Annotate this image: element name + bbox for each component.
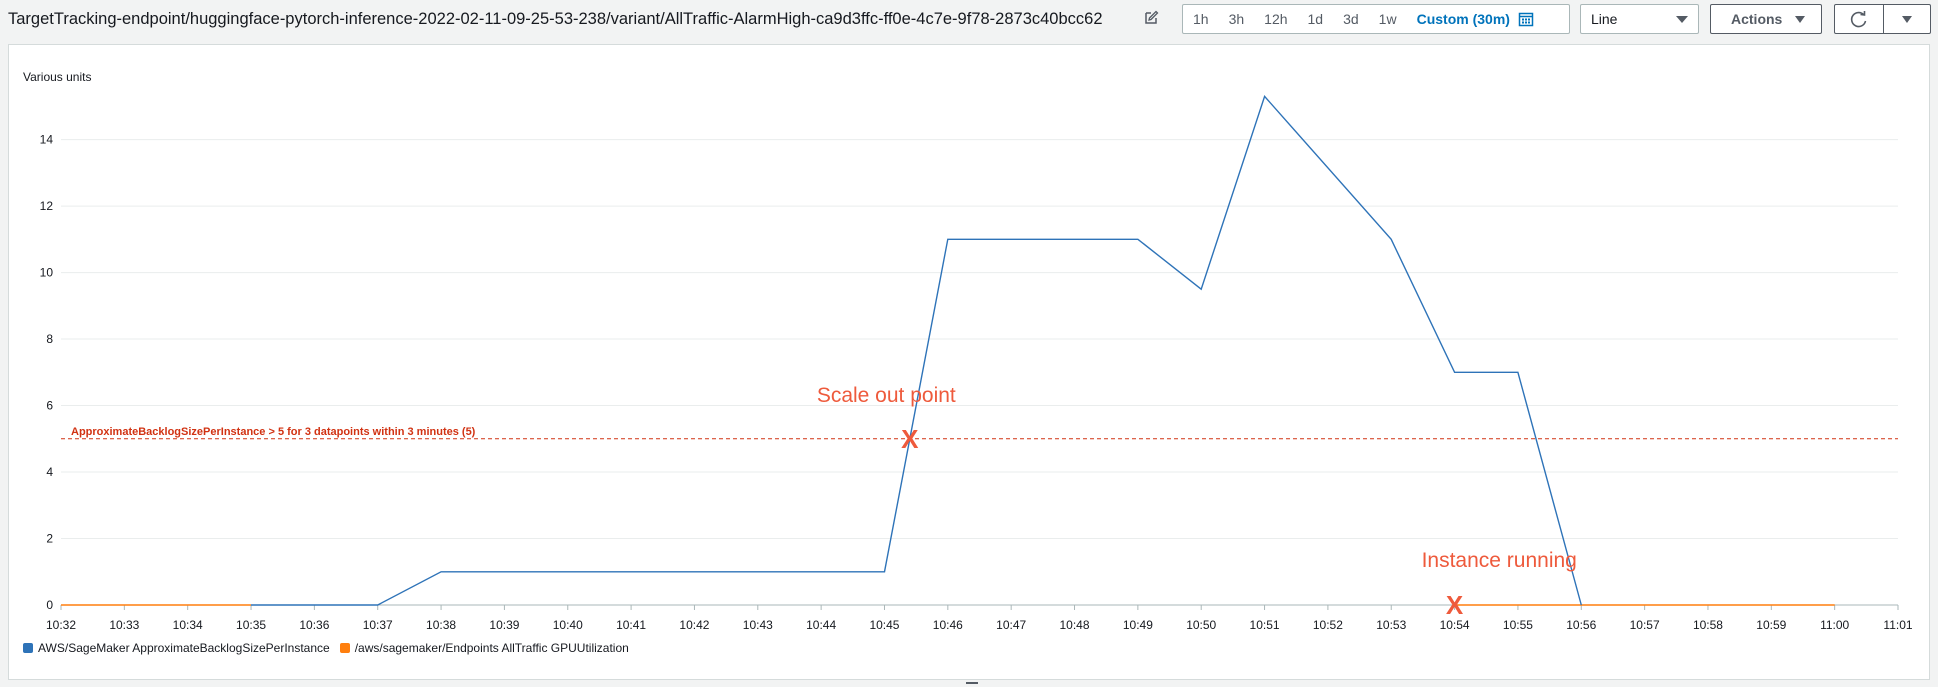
- resize-handle[interactable]: [966, 682, 978, 684]
- x-tick-label: 10:47: [996, 618, 1026, 632]
- x-tick-label: 11:00: [1820, 618, 1849, 632]
- x-tick-label: 10:59: [1756, 618, 1786, 632]
- x-tick-label: 10:33: [109, 618, 139, 632]
- x-tick-label: 10:42: [679, 618, 709, 632]
- y-tick-label: 10: [40, 266, 54, 280]
- legend-item-backlog[interactable]: AWS/SageMaker ApproximateBacklogSizePerI…: [23, 641, 330, 655]
- legend-label: /aws/sagemaker/Endpoints AllTraffic GPUU…: [354, 641, 629, 655]
- x-tick-label: 10:44: [806, 618, 836, 632]
- x-tick-label: 10:38: [426, 618, 456, 632]
- x-tick-label: 10:45: [869, 618, 899, 632]
- x-tick-label: 11:01: [1883, 618, 1912, 632]
- annotation-marker: X: [1446, 590, 1464, 620]
- x-tick-label: 10:35: [236, 618, 266, 632]
- annotation-label: Scale out point: [817, 384, 956, 407]
- x-tick-label: 10:39: [489, 618, 519, 632]
- x-tick-label: 10:46: [933, 618, 963, 632]
- x-tick-label: 10:43: [743, 618, 773, 632]
- x-tick-label: 10:37: [363, 618, 393, 632]
- x-tick-label: 10:53: [1376, 618, 1406, 632]
- threshold-label: ApproximateBacklogSizePerInstance > 5 fo…: [71, 426, 476, 438]
- y-tick-label: 12: [40, 199, 54, 213]
- x-tick-label: 10:52: [1313, 618, 1343, 632]
- y-tick-label: 8: [46, 332, 53, 346]
- x-tick-label: 10:36: [299, 618, 329, 632]
- x-tick-label: 10:48: [1060, 618, 1090, 632]
- x-tick-label: 10:41: [616, 618, 646, 632]
- series-backlog-line: [251, 95, 1582, 606]
- x-tick-label: 10:40: [553, 618, 583, 632]
- x-tick-label: 10:34: [173, 618, 203, 632]
- legend-swatch: [339, 643, 350, 653]
- annotation-label: Instance running: [1422, 549, 1577, 572]
- legend-swatch: [23, 643, 33, 653]
- chart-legend: AWS/SageMaker ApproximateBacklogSizePerI…: [23, 640, 639, 656]
- x-tick-label: 10:49: [1123, 618, 1153, 632]
- x-tick-label: 10:50: [1186, 618, 1216, 632]
- y-tick-label: 2: [46, 532, 53, 546]
- x-tick-label: 10:54: [1440, 618, 1470, 632]
- x-tick-label: 10:32: [46, 618, 76, 632]
- y-tick-label: 4: [46, 465, 53, 479]
- annotation-marker: X: [901, 424, 919, 454]
- metric-chart: 0 2 4 6 8 10 12 14 10:32 10:33 10:34 10:35 10:36 10:3…: [40, 95, 1913, 632]
- y-tick-label: 6: [46, 399, 53, 413]
- y-tick-label: 0: [46, 598, 53, 612]
- legend-label: AWS/SageMaker ApproximateBacklogSizePerI…: [38, 641, 330, 655]
- x-tick-label: 10:57: [1630, 618, 1660, 632]
- x-tick-label: 10:58: [1693, 618, 1723, 632]
- x-tick-label: 10:55: [1503, 618, 1533, 632]
- legend-item-gpu[interactable]: /aws/sagemaker/Endpoints AllTraffic GPUU…: [339, 641, 629, 655]
- y-tick-label: 14: [40, 133, 54, 147]
- x-tick-label: 10:56: [1566, 618, 1596, 632]
- x-tick-label: 10:51: [1250, 618, 1280, 632]
